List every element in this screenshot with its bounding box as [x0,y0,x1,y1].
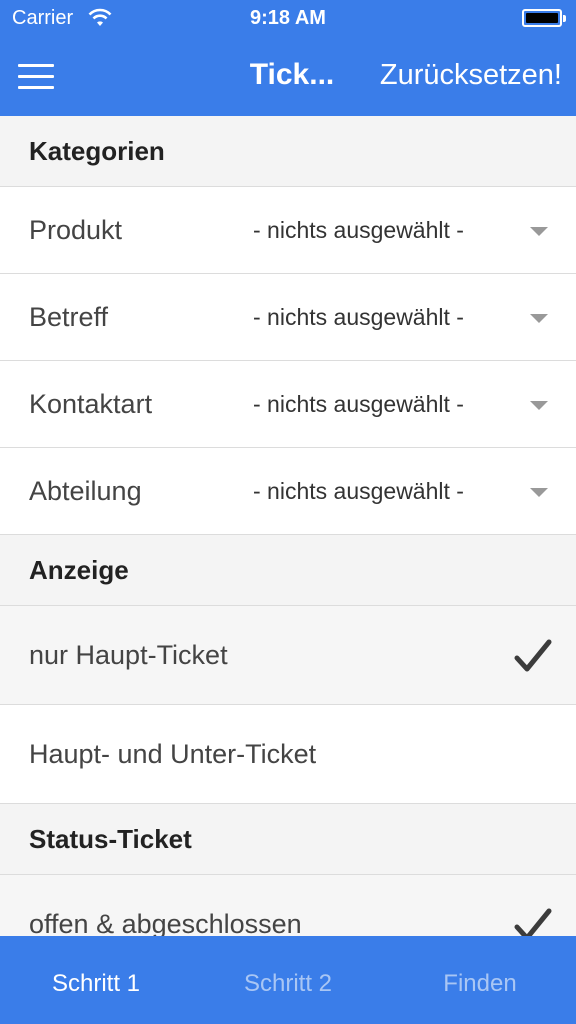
picker-row-betreff[interactable]: Betreff - nichts ausgewählt - [0,274,576,361]
battery-icon [522,9,566,27]
checkmark-icon [514,908,552,936]
page-title: Tick... [249,58,335,91]
picker-value: - nichts ausgewählt - [253,217,464,243]
dropdown-arrow-icon [530,314,548,323]
picker-row-produkt[interactable]: Produkt - nichts ausgewählt - [0,187,576,274]
picker-row-kontaktart[interactable]: Kontaktart - nichts ausgewählt - [0,361,576,448]
dropdown-arrow-icon [530,488,548,497]
option-offen-abgeschlossen[interactable]: offen & abgeschlossen [0,875,576,936]
picker-label: Produkt [29,215,123,245]
filter-list[interactable]: Kategorien Produkt - nichts ausgewählt -… [0,116,576,936]
clock: 9:18 AM [250,7,326,29]
section-header-status-ticket: Status-Ticket [0,804,576,875]
tab-schritt-1[interactable]: Schritt 1 [0,936,192,1024]
option-label: offen & abgeschlossen [29,909,302,936]
section-header-kategorien: Kategorien [0,116,576,187]
picker-label: Kontaktart [29,389,153,419]
option-nur-haupt-ticket[interactable]: nur Haupt-Ticket [0,606,576,705]
picker-value: - nichts ausgewählt - [253,304,464,330]
picker-label: Abteilung [29,476,142,506]
option-label: Haupt- und Unter-Ticket [29,739,317,769]
picker-value: - nichts ausgewählt - [253,478,464,504]
tab-finden[interactable]: Finden [384,936,576,1024]
section-header-anzeige: Anzeige [0,535,576,606]
picker-label: Betreff [29,302,109,332]
reset-button[interactable]: Zurücksetzen! [380,59,562,92]
option-label: nur Haupt-Ticket [29,640,228,670]
dropdown-arrow-icon [530,227,548,236]
bottom-tab-bar: Schritt 1 Schritt 2 Finden [0,936,576,1024]
hamburger-menu-icon[interactable] [18,64,54,90]
picker-row-abteilung[interactable]: Abteilung - nichts ausgewählt - [0,448,576,535]
picker-value: - nichts ausgewählt - [253,391,464,417]
status-bar: Carrier 9:18 AM [0,0,576,38]
header: Carrier 9:18 AM Tick... Zurücksetzen! [0,0,576,116]
nav-bar: Tick... Zurücksetzen! [0,38,576,116]
dropdown-arrow-icon [530,401,548,410]
checkmark-icon [514,639,552,672]
tab-schritt-2[interactable]: Schritt 2 [192,936,384,1024]
option-haupt-und-unter-ticket[interactable]: Haupt- und Unter-Ticket [0,705,576,804]
